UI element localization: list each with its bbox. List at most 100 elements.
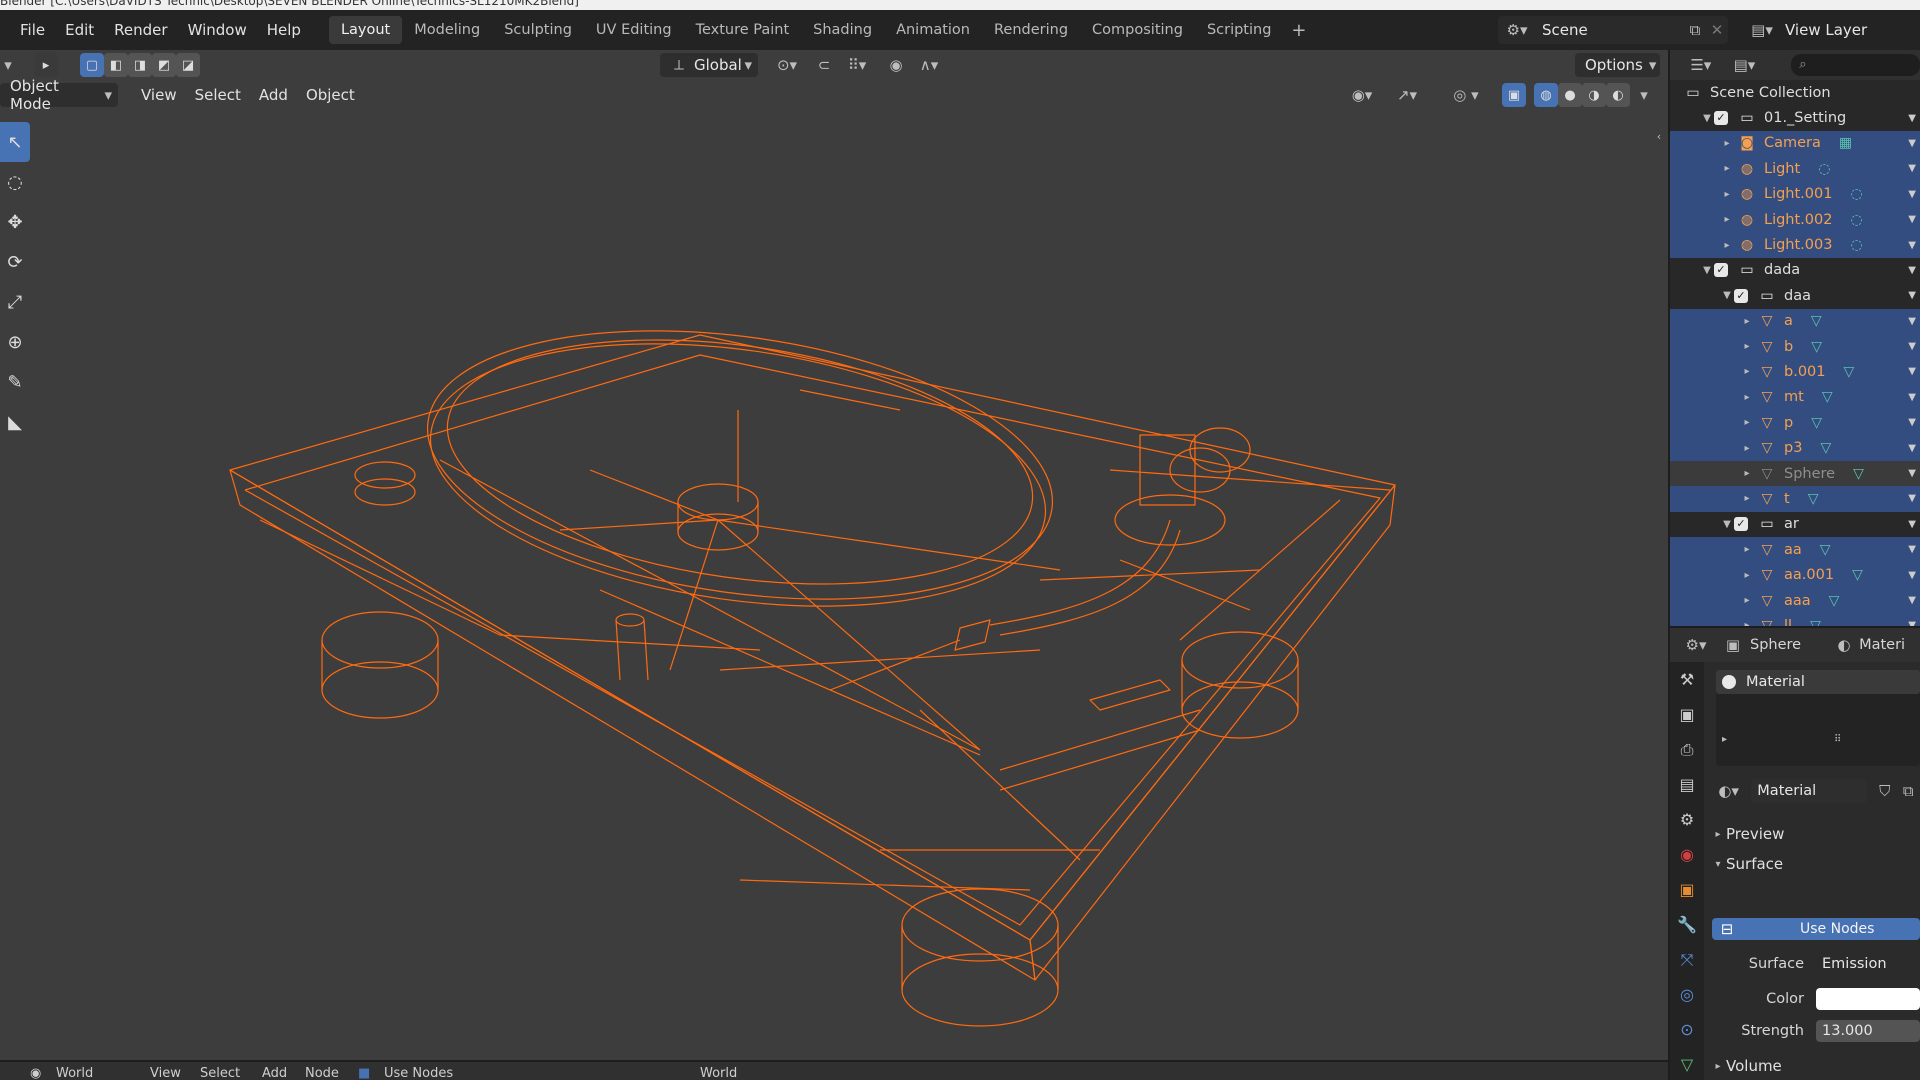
collapse-arrow-icon[interactable]: ▸ (1740, 570, 1754, 581)
collapse-arrow-icon[interactable]: ▸ (1720, 189, 1734, 200)
collapse-arrow-icon[interactable]: ▸ (1720, 240, 1734, 251)
select-subtract-icon[interactable]: ◨ (128, 53, 152, 77)
object-tab-icon[interactable]: ▣ (1670, 872, 1704, 907)
scale-tool-icon[interactable]: ⤢ (0, 282, 30, 322)
outliner-object-row[interactable]: ▸ ▽ mt ▽ ▼ (1670, 384, 1920, 411)
row-visibility-icon[interactable]: ▼ (1908, 468, 1916, 479)
outliner-search-input[interactable]: ⌕ (1791, 54, 1920, 76)
row-visibility-icon[interactable]: ▼ (1908, 163, 1916, 174)
row-visibility-icon[interactable]: ▼ (1908, 316, 1916, 327)
expand-arrow-icon[interactable]: ▼ (1700, 113, 1714, 124)
outliner-root[interactable]: ▭ Scene Collection (1670, 80, 1920, 105)
row-visibility-icon[interactable]: ▼ (1908, 290, 1916, 301)
outliner-object-row[interactable]: ▸ ▽ aa ▽ ▼ (1670, 537, 1920, 563)
outliner-collection-row[interactable]: ▼ ✓ ▭ ar ▼ (1670, 512, 1920, 537)
select-extend-icon[interactable]: ◧ (104, 53, 128, 77)
collapse-arrow-icon[interactable]: ▸ (1740, 366, 1754, 377)
world-tab-icon[interactable]: ◉ (1670, 837, 1704, 872)
output-tab-icon[interactable]: ⎙ (1670, 732, 1704, 767)
xray-toggle-icon[interactable]: ▣ (1502, 83, 1526, 107)
outliner-object-row[interactable]: ▸ ◙ Camera ▦ ▼ (1670, 130, 1920, 157)
preview-panel-header[interactable]: ▸ Preview (1710, 820, 1784, 848)
tab-layout[interactable]: Layout (328, 16, 403, 44)
constraints-tab-icon[interactable]: ⊙ (1670, 1012, 1704, 1047)
render-tab-icon[interactable]: ▣ (1670, 697, 1704, 732)
transform-orientation-dropdown[interactable]: ⟂ Global ▾ (660, 53, 758, 77)
shading-options-chevron-icon[interactable]: ▾ (1636, 86, 1652, 104)
material-shading-icon[interactable]: ◑ (1582, 83, 1606, 107)
tab-texture-paint[interactable]: Texture Paint (684, 16, 802, 44)
view-layer-tab-icon[interactable]: ▤ (1670, 767, 1704, 802)
view-layer-name[interactable]: View Layer (1785, 21, 1867, 39)
mesh-data-icon[interactable]: ▽ (1810, 618, 1821, 626)
tab-uv-editing[interactable]: UV Editing (584, 16, 684, 44)
collapse-arrow-icon[interactable]: ▸ (1720, 214, 1734, 225)
surface-panel-header[interactable]: ▾ Surface (1710, 850, 1783, 878)
tab-sculpting[interactable]: Sculpting (492, 16, 584, 44)
collapse-arrow-icon[interactable]: ▸ (1740, 341, 1754, 352)
outliner-object-row[interactable]: ▸ ▽ b.001 ▽ ▼ (1670, 359, 1920, 385)
wireframe-shading-icon[interactable]: ◍ (1534, 83, 1558, 107)
mesh-data-icon[interactable]: ▽ (1820, 440, 1831, 456)
outliner-object-row[interactable]: ▸ ◍ Light.001 ◌ ▼ (1670, 181, 1920, 207)
collapse-arrow-icon[interactable]: ▸ (1740, 544, 1754, 555)
snap-toggle-icon[interactable]: ⊂ (812, 56, 836, 74)
rendered-shading-icon[interactable]: ◐ (1606, 83, 1630, 107)
tab-shading[interactable]: Shading (801, 16, 884, 44)
duplicate-material-icon[interactable]: ⧉ (1896, 782, 1920, 800)
tab-compositing[interactable]: Compositing (1080, 16, 1195, 44)
use-nodes-checkbox-icon[interactable]: ■ (358, 1066, 370, 1080)
delete-scene-icon[interactable]: ✕ (1706, 21, 1728, 39)
mesh-data-icon[interactable]: ▽ (1829, 593, 1840, 609)
annotate-tool-icon[interactable]: ✎ (0, 362, 30, 402)
expand-icon[interactable]: ▸ (1722, 734, 1727, 745)
options-dropdown[interactable]: Options ▾ (1575, 53, 1660, 77)
mesh-data-icon[interactable]: ▽ (1820, 542, 1831, 558)
volume-panel-header[interactable]: ▸ Volume (1710, 1052, 1781, 1080)
gizmo-icon[interactable]: ↗▾ (1390, 86, 1424, 104)
scene-name[interactable]: Scene (1542, 21, 1684, 39)
visibility-eye-icon[interactable]: ◉▾ (1345, 86, 1379, 104)
move-tool-icon[interactable]: ✥ (0, 202, 30, 242)
outliner-object-row[interactable]: ▸ ▽ p3 ▽ ▼ (1670, 435, 1920, 461)
cursor-tool-icon[interactable]: ◌ (0, 162, 30, 202)
outliner-object-row[interactable]: ▸ ▽ p ▽ ▼ (1670, 410, 1920, 436)
select-box-tool-icon[interactable]: ↖ (0, 122, 30, 162)
menu-edit[interactable]: Edit (55, 21, 104, 39)
bottom-menu-select[interactable]: Select (200, 1066, 240, 1080)
fake-user-icon[interactable]: ⛉ (1873, 782, 1897, 800)
new-scene-icon[interactable]: ⧉ (1684, 21, 1706, 39)
collapse-arrow-icon[interactable]: ▸ (1740, 417, 1754, 428)
scene-tab-icon[interactable]: ⚙ (1670, 802, 1704, 837)
material-slot[interactable]: Material (1716, 670, 1920, 694)
object-mode-dropdown[interactable]: Object Mode ▾ (0, 77, 118, 113)
row-visibility-icon[interactable]: ▼ (1908, 189, 1916, 200)
outliner-object-row[interactable]: ▸ ▽ a ▽ ▼ (1670, 308, 1920, 334)
outliner-object-row[interactable]: ▸ ▽ aa.001 ▽ ▼ (1670, 562, 1920, 588)
browse-material-icon[interactable]: ◐▾ (1712, 782, 1745, 800)
row-visibility-icon[interactable]: ▼ (1908, 240, 1916, 251)
scene-selector[interactable]: ⚙▾ Scene ⧉ ✕ (1498, 16, 1728, 44)
snap-target-icon[interactable]: ⠿▾ (840, 56, 874, 74)
exclude-checkbox[interactable]: ✓ (1734, 288, 1748, 303)
light-data-icon[interactable]: ◌ (1818, 161, 1830, 177)
outliner-collection-row[interactable]: ▼ ✓ ▭ dada ▼ (1670, 258, 1920, 283)
outliner-object-row[interactable]: ▸ ▽ ll ▽ ▼ (1670, 613, 1920, 626)
menu-file[interactable]: File (10, 21, 55, 39)
row-visibility-icon[interactable]: ▼ (1908, 366, 1916, 377)
row-visibility-icon[interactable]: ▼ (1908, 443, 1916, 454)
outliner-object-row[interactable]: ▸ ▽ Sphere ▽ ▼ (1670, 460, 1920, 487)
material-name-field[interactable]: Material (1751, 779, 1867, 803)
bottom-menu-view[interactable]: View (150, 1066, 181, 1080)
menu-help[interactable]: Help (257, 21, 311, 39)
mesh-data-icon[interactable]: ▽ (1811, 339, 1822, 355)
falloff-icon[interactable]: ∧▾ (912, 56, 946, 74)
row-visibility-icon[interactable]: ▼ (1908, 265, 1916, 276)
select-intersect-icon[interactable]: ◪ (176, 53, 200, 77)
view-layer-selector[interactable]: ▤▾ View Layer (1745, 16, 1920, 44)
outliner-collection-row[interactable]: ▼ ✓ ▭ daa ▼ (1670, 283, 1920, 308)
row-visibility-icon[interactable]: ▼ (1908, 341, 1916, 352)
color-swatch[interactable] (1816, 988, 1920, 1010)
use-nodes-button[interactable]: ⊟ Use Nodes (1712, 918, 1920, 940)
row-visibility-icon[interactable]: ▼ (1908, 113, 1916, 124)
